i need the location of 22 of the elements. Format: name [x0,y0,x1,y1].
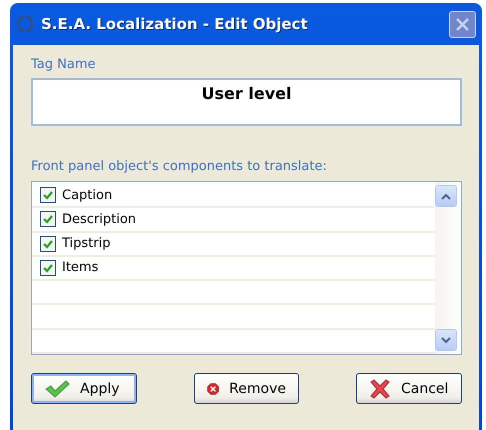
cross-icon [369,378,391,398]
item-label: Description [62,212,136,227]
ring-icon [15,14,35,34]
item-label: Tipstrip [62,236,110,252]
item-label: Caption [62,188,112,203]
field-label: Tag Name [31,57,96,74]
checkbox[interactable] [40,260,56,276]
checkbox[interactable] [40,211,56,228]
list-label: Front panel object's components to translate: [31,159,328,176]
apply-button[interactable]: Apply [31,373,137,404]
remove-button[interactable]: Remove [194,373,299,404]
scroll-down-icon[interactable] [435,329,457,351]
scroll-up-icon[interactable] [435,185,457,207]
tag-name-field[interactable]: User level [31,78,462,126]
window-title: S.E.A. Localization - Edit Object [41,15,309,33]
checkmark-icon [44,380,70,398]
close-icon [455,16,470,32]
cancel-button[interactable]: Cancel [356,373,462,404]
checkbox[interactable] [40,236,56,252]
item-label: Items [62,260,98,276]
scrollbar[interactable] [435,182,459,354]
checkbox[interactable] [40,187,56,204]
